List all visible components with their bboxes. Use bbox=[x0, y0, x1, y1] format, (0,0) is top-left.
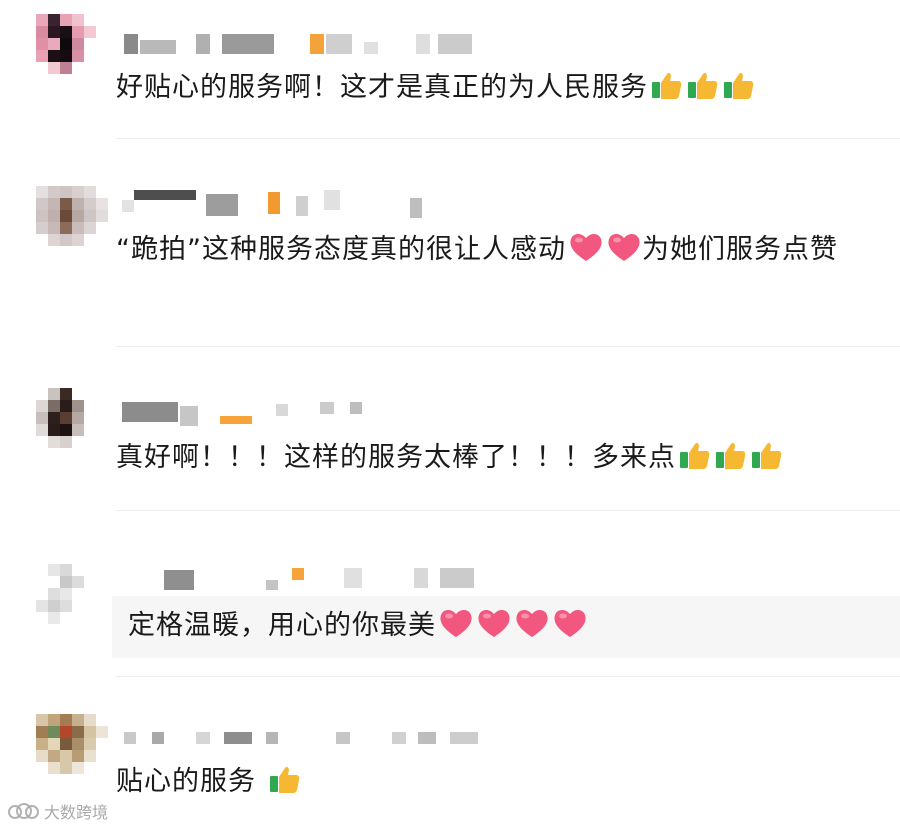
thumbs-up-icon bbox=[750, 438, 784, 488]
watermark-text: 大数跨境 bbox=[44, 803, 109, 822]
divider bbox=[116, 346, 900, 347]
comment-text: 贴心的服务 bbox=[116, 758, 870, 812]
username-blurred[interactable] bbox=[120, 34, 500, 58]
thumbs-up-icon bbox=[686, 68, 720, 118]
divider bbox=[116, 676, 900, 677]
username-blurred[interactable] bbox=[120, 568, 500, 592]
comment-body: 贴心的服务 bbox=[116, 766, 266, 797]
avatar[interactable] bbox=[36, 388, 108, 460]
comment-text: 真好啊！！！这样的服务太棒了！！！多来点 bbox=[116, 434, 870, 488]
comment-text: “跪拍”这种服务态度真的很让人感动 为她们服务点赞 bbox=[116, 226, 870, 280]
thumbs-up-icon bbox=[268, 762, 302, 812]
heart-icon bbox=[552, 606, 588, 656]
comment-text: 定格温暖，用心的你最美 bbox=[128, 602, 870, 656]
heart-icon bbox=[514, 606, 550, 656]
heart-icon bbox=[438, 606, 474, 656]
divider bbox=[116, 510, 900, 511]
comment-body: 定格温暖，用心的你最美 bbox=[128, 610, 436, 641]
avatar[interactable] bbox=[36, 186, 108, 258]
avatar[interactable] bbox=[36, 564, 108, 636]
watermark: 大数跨境 bbox=[8, 800, 108, 822]
thumbs-up-icon bbox=[714, 438, 748, 488]
comment-body: 真好啊！！！这样的服务太棒了！！！多来点 bbox=[116, 442, 676, 473]
heart-icon bbox=[476, 606, 512, 656]
heart-icon bbox=[606, 230, 642, 280]
username-blurred[interactable] bbox=[120, 732, 500, 756]
comment-body-continued: 为她们服务点赞 bbox=[641, 234, 838, 265]
comment-body: “跪拍”这种服务态度真的很让人感动 bbox=[116, 234, 566, 265]
username-blurred[interactable] bbox=[120, 190, 440, 218]
thumbs-up-icon bbox=[678, 438, 712, 488]
comment-text: 好贴心的服务啊！这才是真正的为人民服务 bbox=[116, 64, 870, 118]
watermark-logo-icon bbox=[8, 802, 39, 820]
avatar[interactable] bbox=[36, 14, 108, 86]
divider bbox=[116, 138, 900, 139]
avatar[interactable] bbox=[36, 714, 108, 786]
heart-icon bbox=[568, 230, 604, 280]
username-blurred[interactable] bbox=[120, 402, 420, 426]
reply-highlight: 定格温暖，用心的你最美 bbox=[112, 596, 900, 658]
thumbs-up-icon bbox=[650, 68, 684, 118]
comment-body: 好贴心的服务啊！这才是真正的为人民服务 bbox=[116, 72, 648, 103]
thumbs-up-icon bbox=[722, 68, 756, 118]
